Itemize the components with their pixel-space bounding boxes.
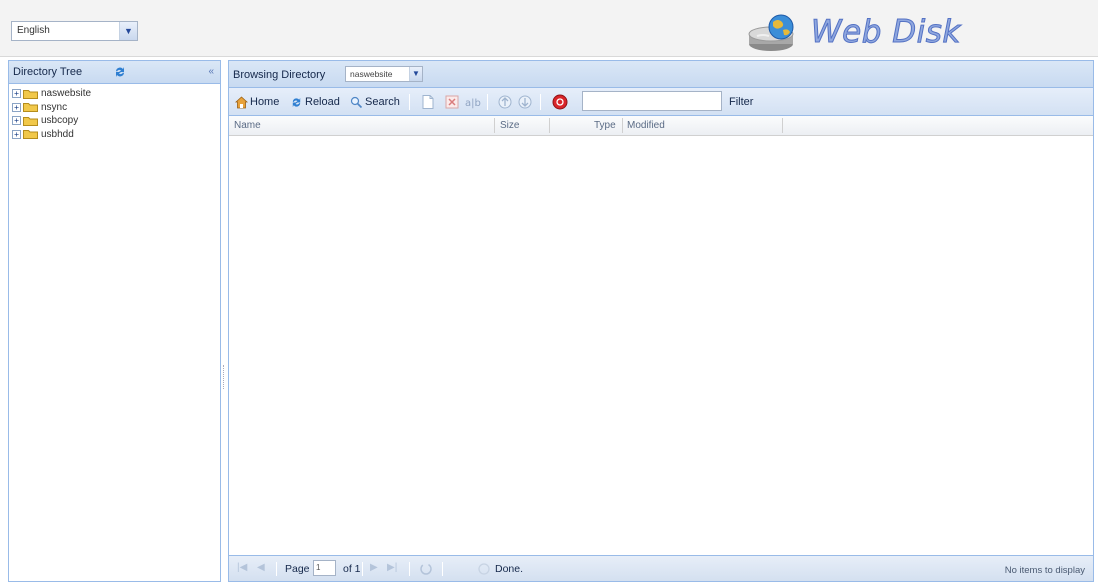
- tree-item-label: usbcopy: [41, 115, 79, 127]
- filter-input[interactable]: [582, 91, 722, 111]
- tree-item-label: usbhdd: [41, 128, 74, 140]
- directory-tree-panel: Directory Tree « + naswebsite + nsync + …: [8, 60, 221, 582]
- file-grid-body[interactable]: [229, 138, 1093, 556]
- page-number-input[interactable]: 1: [313, 560, 336, 576]
- splitter-grip[interactable]: [223, 365, 225, 389]
- folder-icon: [23, 130, 38, 140]
- file-toolbar: Home Reload Search a|b Filter: [229, 88, 1093, 116]
- paging-separator: [362, 562, 363, 576]
- directory-tree-title: Directory Tree: [13, 66, 83, 78]
- refresh-icon[interactable]: [113, 65, 127, 79]
- web-disk-logo: Web Disk: [747, 12, 977, 52]
- tree-item-label: naswebsite: [41, 88, 92, 100]
- column-separator[interactable]: [782, 118, 783, 133]
- folder-icon: [23, 116, 38, 126]
- language-value: English: [17, 25, 50, 36]
- tree-item-nsync[interactable]: + nsync: [12, 101, 220, 115]
- reload-label: Reload: [305, 96, 340, 108]
- first-page-icon[interactable]: |◀: [237, 562, 247, 573]
- column-name[interactable]: Name: [234, 120, 261, 131]
- column-separator[interactable]: [622, 118, 623, 133]
- search-label: Search: [365, 96, 400, 108]
- language-select[interactable]: English ▼: [11, 21, 138, 41]
- home-button[interactable]: Home: [235, 94, 279, 110]
- previous-page-icon[interactable]: ◀: [257, 562, 265, 573]
- directory-tree: + naswebsite + nsync + usbcopy + usbhdd: [9, 84, 220, 141]
- tree-item-label: nsync: [41, 101, 68, 113]
- filter-label: Filter: [729, 96, 754, 108]
- refresh-page-icon[interactable]: [418, 561, 434, 577]
- next-page-icon[interactable]: ▶: [370, 562, 378, 573]
- tree-item-naswebsite[interactable]: + naswebsite: [12, 87, 220, 101]
- page-count-label: of 1: [343, 563, 361, 575]
- rename-icon[interactable]: a|b: [465, 94, 481, 110]
- column-modified[interactable]: Modified: [627, 120, 665, 131]
- paging-separator: [409, 562, 410, 576]
- chevron-down-icon[interactable]: ▼: [119, 22, 137, 40]
- toolbar-separator: [540, 94, 541, 110]
- browsing-header: Browsing Directory naswebsite ▼: [229, 61, 1093, 88]
- disk-globe-icon: [748, 14, 794, 51]
- loading-icon: [478, 563, 490, 575]
- delete-icon[interactable]: [444, 94, 460, 110]
- upload-icon[interactable]: [497, 94, 513, 110]
- reload-icon: [292, 97, 301, 107]
- tree-item-usbhdd[interactable]: + usbhdd: [12, 128, 220, 142]
- paging-toolbar: |◀ ◀ Page 1 of 1 ▶ ▶| Done. No items to …: [229, 555, 1093, 581]
- browsing-panel: Browsing Directory naswebsite ▼ Home Rel…: [228, 60, 1094, 582]
- directory-select[interactable]: naswebsite ▼: [345, 66, 423, 82]
- home-label: Home: [250, 96, 280, 108]
- logo-text: Web Disk: [811, 14, 961, 51]
- paging-separator: [276, 562, 277, 576]
- expand-plus-icon[interactable]: +: [12, 116, 21, 126]
- column-separator[interactable]: [549, 118, 550, 133]
- toolbar-separator: [409, 94, 410, 110]
- file-grid-header: Name Size Type Modified: [229, 116, 1093, 136]
- column-type[interactable]: Type: [594, 120, 616, 131]
- svg-text:a|b: a|b: [465, 98, 481, 109]
- top-header: English ▼ Web Disk: [0, 0, 1098, 57]
- stop-icon[interactable]: [552, 94, 568, 110]
- new-file-icon[interactable]: [420, 94, 436, 110]
- search-button[interactable]: Search: [350, 94, 400, 110]
- collapse-left-icon[interactable]: «: [208, 61, 214, 83]
- download-icon[interactable]: [517, 94, 533, 110]
- chevron-down-icon[interactable]: ▼: [409, 67, 422, 81]
- search-icon: [350, 96, 363, 108]
- folder-icon: [23, 89, 38, 99]
- directory-tree-header: Directory Tree «: [9, 61, 220, 84]
- expand-plus-icon[interactable]: +: [12, 129, 21, 139]
- status-text: Done.: [495, 563, 524, 575]
- page-label: Page: [285, 563, 310, 575]
- home-icon: [235, 95, 248, 108]
- panel-splitter[interactable]: [221, 60, 228, 582]
- directory-value: naswebsite: [350, 69, 393, 79]
- toolbar-separator: [487, 94, 488, 110]
- column-separator[interactable]: [494, 118, 495, 133]
- column-size[interactable]: Size: [500, 120, 519, 131]
- browsing-directory-label: Browsing Directory: [233, 69, 326, 81]
- tree-item-usbcopy[interactable]: + usbcopy: [12, 114, 220, 128]
- display-info: No items to display: [1004, 565, 1085, 576]
- expand-plus-icon[interactable]: +: [12, 89, 21, 99]
- last-page-icon[interactable]: ▶|: [387, 562, 397, 573]
- expand-plus-icon[interactable]: +: [12, 102, 21, 112]
- paging-separator: [442, 562, 443, 576]
- reload-button[interactable]: Reload: [290, 94, 340, 110]
- folder-icon: [23, 103, 38, 113]
